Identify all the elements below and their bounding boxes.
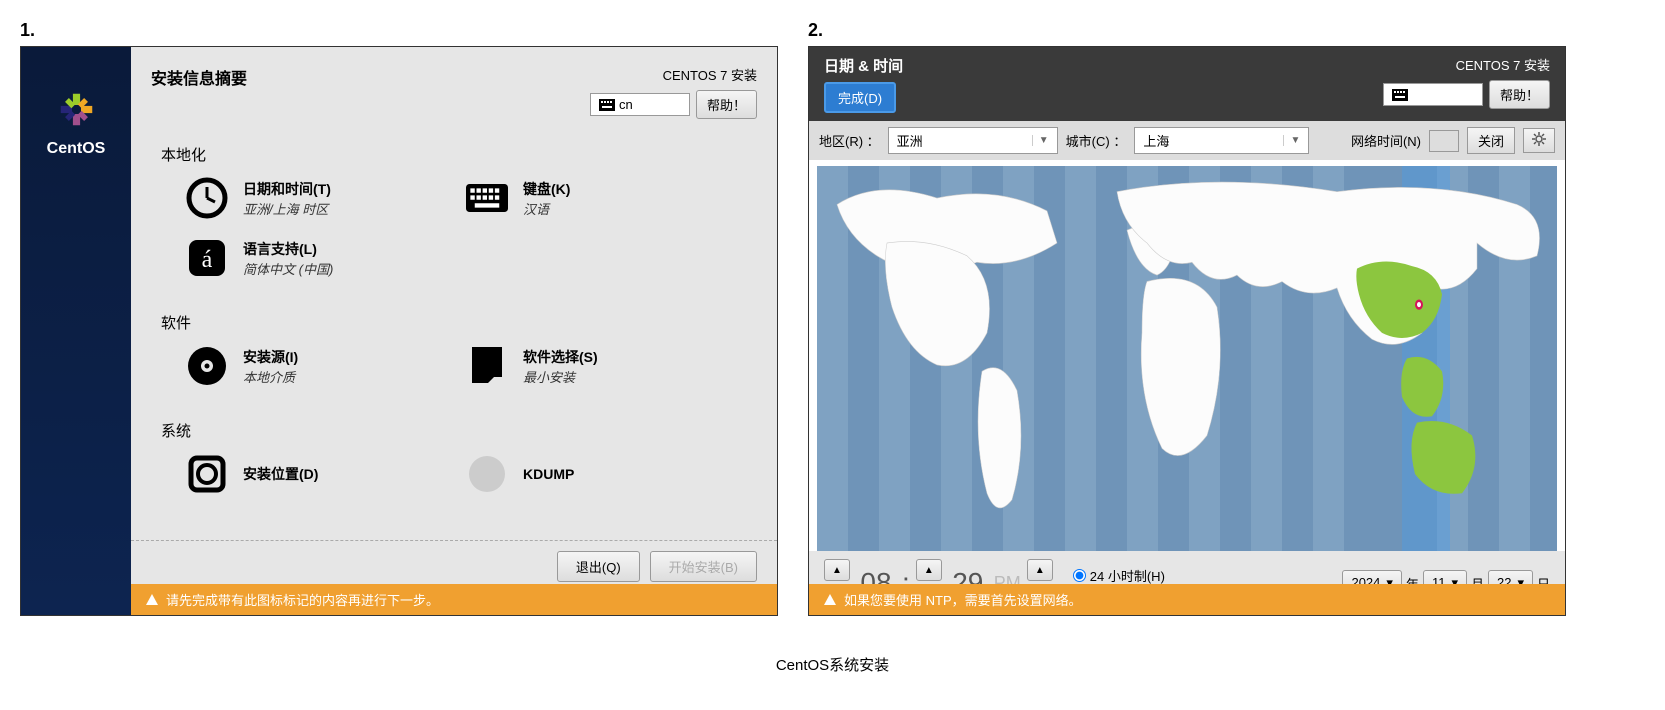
minute-up-button[interactable]: ▲ xyxy=(916,559,942,581)
radio-24h[interactable]: 24 小时制(H) xyxy=(1073,566,1165,585)
language-icon: á xyxy=(186,237,228,279)
keyboard-icon xyxy=(1392,89,1408,101)
keyboard-sub: 汉语 xyxy=(523,199,570,218)
svg-text:á: á xyxy=(202,247,213,273)
panel-2-number: 2. xyxy=(808,20,1566,41)
panel-1-number: 1. xyxy=(20,20,778,41)
help-button[interactable]: 帮助！ xyxy=(696,90,757,119)
selection-sub: 最小安装 xyxy=(523,367,598,386)
keyboard-icon xyxy=(599,99,615,111)
language-sub: 简体中文 (中国) xyxy=(243,259,333,278)
ntp-off-button[interactable]: 关闭 xyxy=(1467,127,1515,154)
ntp-settings-button[interactable] xyxy=(1523,128,1555,153)
ampm-up-button[interactable]: ▲ xyxy=(1027,559,1053,581)
chevron-down-icon: ▼ xyxy=(1283,135,1300,146)
quit-button[interactable]: 退出(Q) xyxy=(557,551,640,582)
source-item[interactable]: 安装源(I) 本地介质 xyxy=(186,345,466,387)
figure-caption: CentOS系统安装 xyxy=(0,654,1665,675)
city-dropdown[interactable]: 上海 ▼ xyxy=(1134,127,1309,154)
package-icon xyxy=(466,345,508,387)
keyboard-title: 键盘(K) xyxy=(523,179,570,199)
datetime-title: 日期和时间(T) xyxy=(243,179,331,199)
timezone-map[interactable] xyxy=(817,166,1557,551)
clock-icon xyxy=(186,177,228,219)
centos-logo-icon xyxy=(54,87,99,132)
install-label-2: CENTOS 7 安装 xyxy=(1383,55,1550,74)
warning-text: 请先完成带有此图标标记的内容再进行下一步。 xyxy=(166,590,439,609)
warning-text-2: 如果您要使用 NTP，需要首先设置网络。 xyxy=(844,590,1082,609)
software-heading: 软件 xyxy=(161,312,747,333)
destination-title: 安装位置(D) xyxy=(243,464,318,484)
region-label: 地区(R) ： xyxy=(819,131,880,150)
localization-heading: 本地化 xyxy=(161,144,747,165)
kdump-title: KDUMP xyxy=(523,466,574,482)
sidebar: CentOS xyxy=(21,47,131,615)
begin-install-button[interactable]: 开始安装(B) xyxy=(650,551,757,582)
warning-bar-2: 如果您要使用 NTP，需要首先设置网络。 xyxy=(809,584,1565,615)
gear-icon xyxy=(1532,132,1546,146)
ntp-label: 网络时间(N) xyxy=(1351,131,1421,150)
region-dropdown[interactable]: 亚洲 ▼ xyxy=(888,127,1058,154)
datetime-panel: 日期 & 时间 完成(D) CENTOS 7 安装 cn 帮助！ 地区(R) ： xyxy=(808,46,1566,616)
kdump-item[interactable]: KDUMP xyxy=(466,453,746,495)
help-button-2[interactable]: 帮助！ xyxy=(1489,80,1550,109)
source-sub: 本地介质 xyxy=(243,367,298,386)
disk-icon xyxy=(186,453,228,495)
hour-up-button[interactable]: ▲ xyxy=(824,559,850,581)
city-label: 城市(C) ： xyxy=(1066,131,1127,150)
selection-item[interactable]: 软件选择(S) 最小安装 xyxy=(466,345,746,387)
lang-code-2: cn xyxy=(1412,87,1426,102)
warning-icon xyxy=(824,594,836,605)
datetime-panel-title: 日期 & 时间 xyxy=(824,55,903,76)
selection-title: 软件选择(S) xyxy=(523,347,598,367)
language-title: 语言支持(L) xyxy=(243,239,333,259)
kdump-icon xyxy=(466,453,508,495)
city-value: 上海 xyxy=(1143,131,1169,150)
language-indicator[interactable]: cn xyxy=(590,93,690,116)
chevron-down-icon: ▼ xyxy=(1032,135,1049,146)
keyboard-large-icon xyxy=(466,177,508,219)
system-heading: 系统 xyxy=(161,420,747,441)
done-button[interactable]: 完成(D) xyxy=(824,82,896,113)
language-item[interactable]: á 语言支持(L) 简体中文 (中国) xyxy=(186,237,466,279)
region-value: 亚洲 xyxy=(897,131,923,150)
warning-bar: 请先完成带有此图标标记的内容再进行下一步。 xyxy=(131,584,777,615)
language-indicator-2[interactable]: cn xyxy=(1383,83,1483,106)
datetime-sub: 亚洲/上海 时区 xyxy=(243,199,331,218)
summary-title: 安装信息摘要 xyxy=(151,65,247,89)
warning-icon xyxy=(146,594,158,605)
keyboard-item[interactable]: 键盘(K) 汉语 xyxy=(466,177,746,219)
source-title: 安装源(I) xyxy=(243,347,298,367)
datetime-item[interactable]: 日期和时间(T) 亚洲/上海 时区 xyxy=(186,177,466,219)
ntp-switch[interactable] xyxy=(1429,130,1459,152)
lang-code: cn xyxy=(619,97,633,112)
destination-item[interactable]: 安装位置(D) xyxy=(186,453,466,495)
centos-brand-text: CentOS xyxy=(47,140,106,158)
install-label: CENTOS 7 安装 xyxy=(590,65,757,84)
disc-icon xyxy=(186,345,228,387)
summary-panel: CentOS 安装信息摘要 CENTOS 7 安装 cn 帮助！ xyxy=(20,46,778,616)
